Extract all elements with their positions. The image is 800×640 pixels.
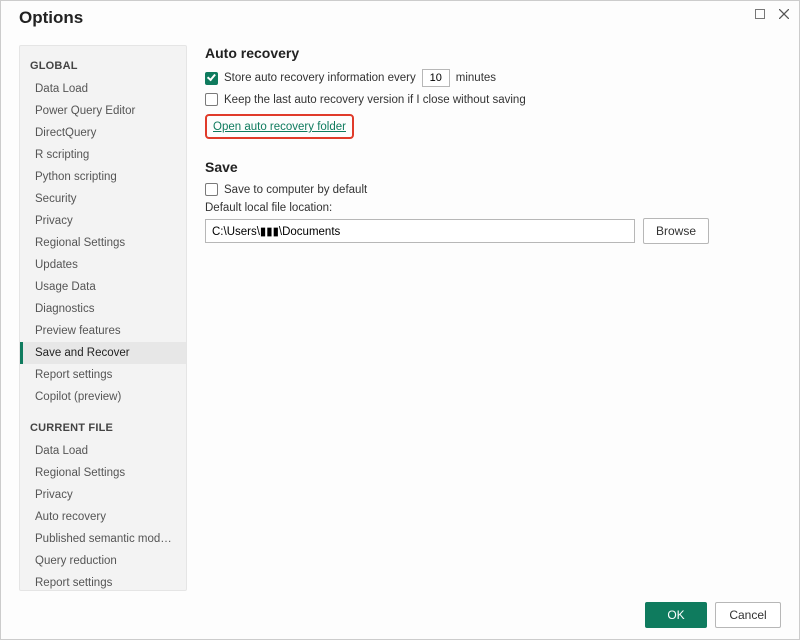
sidebar-item-privacy[interactable]: Privacy [20, 210, 186, 232]
sidebar-item-usage-data[interactable]: Usage Data [20, 276, 186, 298]
titlebar: Options [1, 1, 799, 35]
keep-last-checkbox[interactable] [205, 93, 218, 106]
sidebar-item-preview-features[interactable]: Preview features [20, 320, 186, 342]
default-location-label: Default local file location: [205, 202, 775, 214]
sidebar-item-cf-query-reduction[interactable]: Query reduction [20, 550, 186, 572]
sidebar-item-save-and-recover[interactable]: Save and Recover [20, 342, 186, 364]
sidebar-section-global: GLOBAL [20, 56, 186, 78]
dialog-footer: OK Cancel [1, 591, 799, 639]
store-auto-recovery-label-post: minutes [456, 72, 496, 84]
auto-recovery-heading: Auto recovery [205, 45, 775, 61]
sidebar-item-report-settings[interactable]: Report settings [20, 364, 186, 386]
dialog-title: Options [19, 8, 83, 28]
browse-button[interactable]: Browse [643, 218, 709, 244]
save-heading: Save [205, 159, 775, 175]
default-location-input[interactable] [205, 219, 635, 243]
options-dialog: Options GLOBAL Data Load Power Query Edi… [0, 0, 800, 640]
sidebar-item-copilot-preview[interactable]: Copilot (preview) [20, 386, 186, 408]
keep-last-label: Keep the last auto recovery version if I… [224, 94, 526, 106]
store-auto-recovery-label-pre: Store auto recovery information every [224, 72, 416, 84]
sidebar: GLOBAL Data Load Power Query Editor Dire… [19, 45, 187, 591]
sidebar-item-power-query-editor[interactable]: Power Query Editor [20, 100, 186, 122]
sidebar-item-directquery[interactable]: DirectQuery [20, 122, 186, 144]
sidebar-item-regional-settings[interactable]: Regional Settings [20, 232, 186, 254]
sidebar-item-updates[interactable]: Updates [20, 254, 186, 276]
maximize-icon[interactable] [751, 5, 769, 23]
content-pane: Auto recovery Store auto recovery inform… [187, 45, 781, 591]
default-location-row: Browse [205, 218, 775, 244]
save-section: Save Save to computer by default Default… [205, 159, 775, 244]
close-icon[interactable] [775, 5, 793, 23]
sidebar-item-data-load[interactable]: Data Load [20, 78, 186, 100]
ok-button[interactable]: OK [645, 602, 707, 628]
window-controls [751, 5, 793, 23]
store-auto-recovery-checkbox[interactable] [205, 72, 218, 85]
store-auto-recovery-row: Store auto recovery information every mi… [205, 69, 775, 87]
cancel-button[interactable]: Cancel [715, 602, 781, 628]
sidebar-section-current-file: CURRENT FILE [20, 418, 186, 440]
sidebar-item-r-scripting[interactable]: R scripting [20, 144, 186, 166]
auto-recovery-minutes-input[interactable] [422, 69, 450, 87]
sidebar-item-cf-published-semantic-model-settings[interactable]: Published semantic model settings [20, 528, 186, 550]
sidebar-item-diagnostics[interactable]: Diagnostics [20, 298, 186, 320]
keep-last-row: Keep the last auto recovery version if I… [205, 93, 775, 106]
highlight-box: Open auto recovery folder [205, 114, 354, 139]
sidebar-item-security[interactable]: Security [20, 188, 186, 210]
sidebar-item-cf-report-settings[interactable]: Report settings [20, 572, 186, 591]
sidebar-item-cf-privacy[interactable]: Privacy [20, 484, 186, 506]
save-to-computer-checkbox[interactable] [205, 183, 218, 196]
sidebar-item-cf-data-load[interactable]: Data Load [20, 440, 186, 462]
open-auto-recovery-folder-link[interactable]: Open auto recovery folder [213, 121, 346, 133]
sidebar-item-python-scripting[interactable]: Python scripting [20, 166, 186, 188]
sidebar-item-cf-regional-settings[interactable]: Regional Settings [20, 462, 186, 484]
sidebar-item-cf-auto-recovery[interactable]: Auto recovery [20, 506, 186, 528]
dialog-body: GLOBAL Data Load Power Query Editor Dire… [1, 35, 799, 591]
save-default-row: Save to computer by default [205, 183, 775, 196]
save-to-computer-label: Save to computer by default [224, 184, 367, 196]
